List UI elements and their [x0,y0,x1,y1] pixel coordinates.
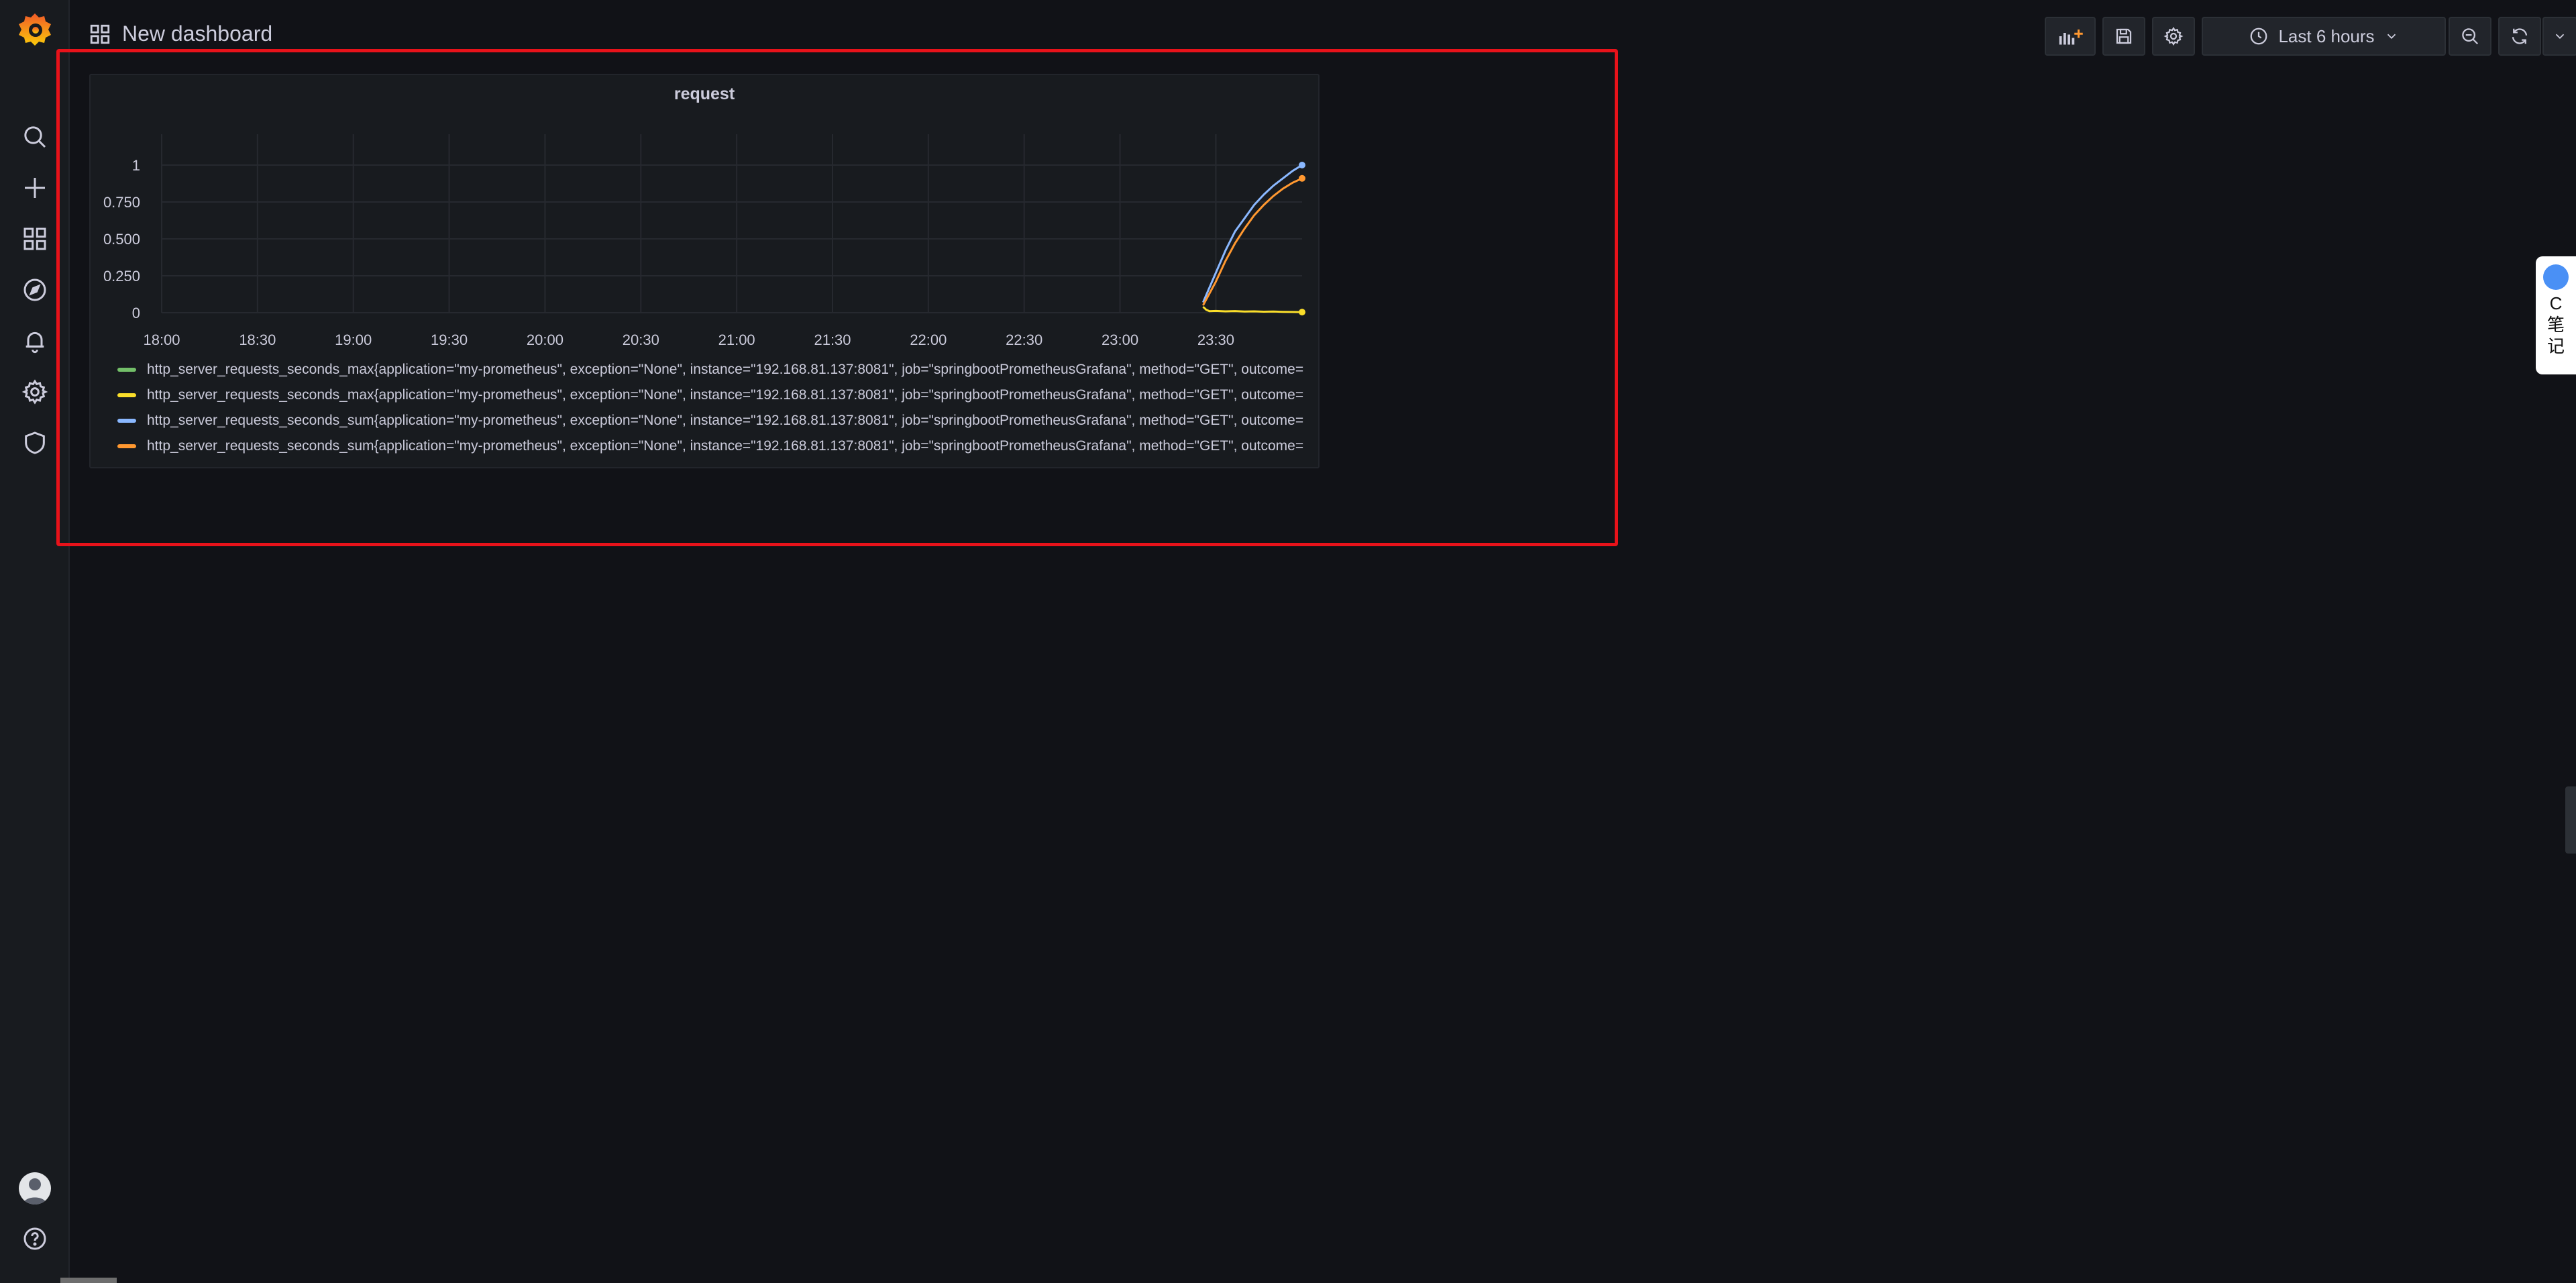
legend-swatch [117,393,136,397]
save-icon [2116,28,2132,44]
x-tick-label: 22:00 [910,331,947,348]
panel-request[interactable]: request 18:00 18:30 19:00 19:30 20:00 20:30 21… [89,74,1320,468]
dashboards-icon[interactable] [16,220,54,258]
top-navbar: New dashboard Last 6 hours [70,0,2576,74]
add-panel-icon [2059,30,2083,45]
refresh-icon [2512,28,2528,44]
zoom-out-icon [2462,28,2479,45]
y-tick-label: 0.500 [103,231,140,248]
sidebar [0,0,70,1283]
series-line-1 [1202,306,1303,313]
save-dashboard-button[interactable] [2102,17,2145,56]
legend-swatch [117,368,136,372]
grafana-logo-icon[interactable] [15,9,55,50]
legend-swatch [117,419,136,423]
y-tick-label: 1 [132,157,140,174]
legend-item[interactable]: http_server_requests_seconds_sum{applica… [117,408,1308,433]
y-tick-label: 0.750 [103,194,140,211]
dashboard-title-text: New dashboard [122,21,273,46]
bell-icon[interactable] [16,322,54,360]
time-range-label: Last 6 hours [2278,25,2375,46]
x-tick-label: 20:30 [623,331,659,348]
legend-swatch [117,444,136,448]
x-tick-label: 21:00 [718,331,755,348]
dashboard-settings-button[interactable] [2152,17,2195,56]
series-endpoint-2 [1299,162,1305,168]
series-endpoint-3 [1299,174,1305,182]
bottom-strip [60,1278,117,1283]
avatar[interactable] [19,1172,51,1204]
notes-icon [2543,264,2569,290]
legend-label: http_server_requests_seconds_sum{applica… [147,438,1304,454]
refresh-button[interactable] [2498,17,2541,56]
zoom-out-button[interactable] [2449,17,2491,56]
chevron-down-icon [2387,34,2396,40]
x-tick-label: 19:30 [431,331,468,348]
legend-item[interactable]: http_server_requests_seconds_max{applica… [117,382,1308,408]
legend-label: http_server_requests_seconds_sum{applica… [147,413,1304,428]
notes-widget-line2: 笔 [2546,315,2565,335]
legend-item[interactable]: http_server_requests_seconds_sum{applica… [117,433,1308,459]
plus-icon[interactable] [16,169,54,207]
notes-widget-line1: C [2549,293,2563,313]
x-tick-label: 20:00 [527,331,564,348]
help-icon[interactable] [16,1220,54,1258]
time-series-chart[interactable]: 18:00 18:30 19:00 19:30 20:00 20:30 21:00 21:30… [91,75,1321,357]
add-panel-button[interactable] [2045,17,2096,56]
dashboards-icon [90,24,110,44]
legend-label: http_server_requests_seconds_max{applica… [147,362,1304,377]
x-tick-label: 23:00 [1102,331,1138,348]
shield-icon[interactable] [16,424,54,462]
refresh-interval-dropdown[interactable] [2542,17,2576,56]
x-tick-label: 18:00 [143,331,180,348]
search-icon[interactable] [16,118,54,156]
legend-item[interactable]: http_server_requests_seconds_max{applica… [117,357,1308,382]
x-tick-label: 18:30 [239,331,276,348]
chevron-down-icon [2555,34,2565,40]
edge-scroll-tab[interactable] [2565,786,2576,854]
series-line-3 [1202,177,1303,306]
legend-label: http_server_requests_seconds_max{applica… [147,387,1304,403]
explore-icon[interactable] [16,271,54,309]
dashboard-title[interactable]: New dashboard [89,21,272,46]
x-tick-label: 22:30 [1006,331,1042,348]
x-tick-label: 19:00 [335,331,372,348]
gear-icon[interactable] [16,373,54,411]
x-tick-label: 23:30 [1197,331,1234,348]
notes-widget-line3: 记 [2546,336,2565,356]
notes-side-widget[interactable]: C 笔 记 [2536,256,2576,374]
clock-icon [2251,28,2267,45]
y-tick-label: 0 [132,305,140,321]
time-range-picker[interactable]: Last 6 hours [2202,17,2446,56]
y-tick-label: 0.250 [103,268,140,285]
gear-icon [2163,27,2184,46]
series-endpoint-1 [1299,309,1305,316]
x-tick-label: 21:30 [814,331,851,348]
chart-legend: http_server_requests_seconds_max{applica… [117,357,1308,459]
